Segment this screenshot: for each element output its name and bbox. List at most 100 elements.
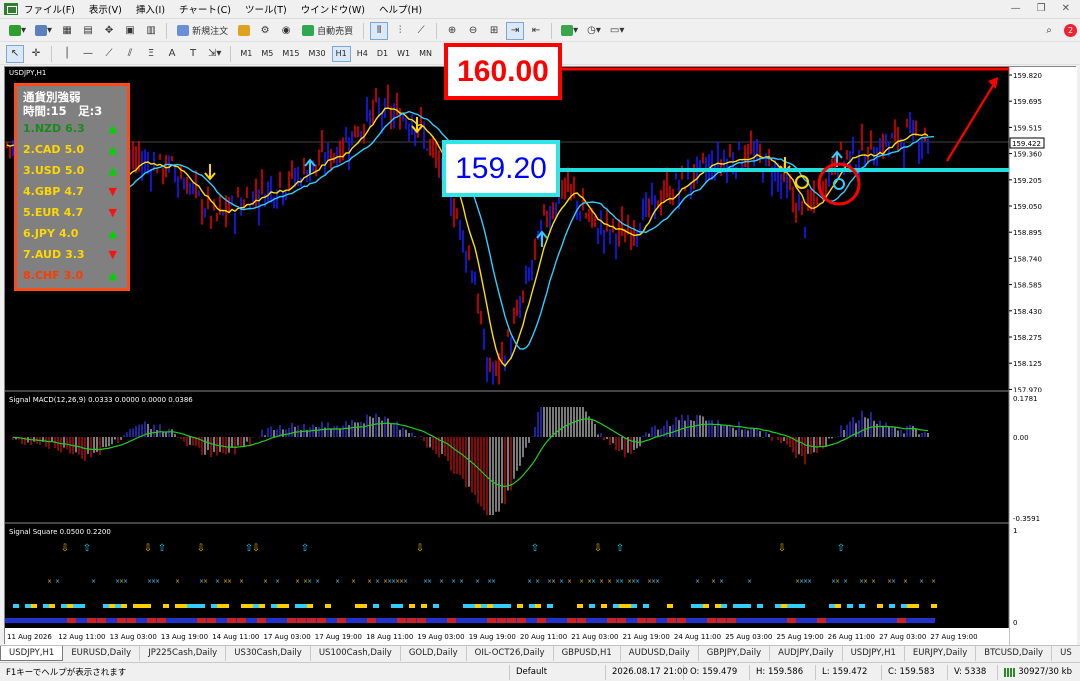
menu-chart[interactable]: チャート(C) [179,2,231,16]
chart-tab[interactable]: JP225Cash,Daily [140,646,227,661]
tile-windows-button[interactable]: ⊞ [485,22,503,40]
signal-block [271,604,277,608]
chart-tab[interactable]: GBPJPY,Daily [699,646,771,661]
status-bar: F1キーでヘルプが表示されます Default 2026.08.17 21:00… [0,662,1080,681]
line-chart-button[interactable]: ⟋ [412,22,430,40]
navigator-button[interactable]: ✥ [100,22,118,40]
signal-block [277,604,283,608]
signal-block [31,604,37,608]
crosshair-icon[interactable]: ✛ [27,45,45,63]
menu-insert[interactable]: 挿入(I) [136,2,165,16]
market-button[interactable]: ⚙ [256,22,274,40]
metaeditor-button[interactable] [235,22,253,40]
search-icon[interactable]: ⌕ [1040,22,1058,40]
templates-button[interactable]: ▭▾ [607,22,627,40]
tester-button[interactable]: ▥ [142,22,160,40]
timeframe-d1[interactable]: D1 [374,46,391,62]
new-chart-button[interactable]: ▾ [6,22,29,40]
signal-baseline-mark [227,618,236,623]
text-icon[interactable]: A [163,45,181,63]
timeframe-h4[interactable]: H4 [354,46,371,62]
signal-cross-mark: × [91,578,96,585]
chart-tab[interactable]: EURJPY,Daily [905,646,977,661]
signal-cross-mark: × [863,578,868,585]
autoscroll-button[interactable]: ⇥ [506,21,525,40]
chart-tab[interactable]: US30Cash,Daily [226,646,311,661]
signal-block [355,604,361,608]
new-order-button[interactable]: 新規注文 [173,22,232,40]
indicators-button[interactable]: ▾ [558,22,581,40]
chart-tab[interactable]: US [1052,646,1080,661]
signal-block [61,604,67,608]
terminal-button[interactable]: ▣ [121,22,139,40]
restore-icon[interactable]: ❐ [1037,3,1046,14]
chart-tab[interactable]: US100Cash,Daily [311,646,401,661]
signal-block [487,604,493,608]
chart-tab[interactable]: OIL-OCT26,Daily [467,646,554,661]
signal-block [433,604,439,608]
zoom-out-icon[interactable]: ⊖ [464,22,482,40]
signal-block [493,604,499,608]
horizontal-line-icon[interactable]: — [79,45,97,63]
time-tick-label: 24 Aug 11:00 [674,633,721,641]
data-window-button[interactable]: ▤ [79,22,97,40]
minimize-icon[interactable]: — [1011,3,1021,14]
signal-up-arrow-icon: ⇧ [531,543,539,554]
menu-window[interactable]: ウインドウ(W) [301,2,365,16]
timeframe-m1[interactable]: M1 [237,46,255,62]
signal-baseline-mark [257,618,266,623]
signal-block [547,604,553,608]
chart-tab[interactable]: GOLD,Daily [401,646,467,661]
signal-baseline-mark [487,618,496,623]
menu-file[interactable]: ファイル(F) [24,2,75,16]
notification-icon[interactable]: 2 [1061,22,1080,40]
auto-trade-button[interactable]: 自動売買 [298,22,357,40]
chart-tab[interactable]: USDJPY,H1 [0,646,64,661]
signal-block [259,604,265,608]
chart-tab[interactable]: AUDJPY,Daily [770,646,843,661]
vertical-line-icon[interactable]: │ [58,45,76,63]
chart-shift-button[interactable]: ⇤ [527,22,545,40]
signal-block [517,604,523,608]
close-icon[interactable]: ✕ [1062,3,1070,14]
timeframe-h1[interactable]: H1 [331,45,351,62]
timeframe-mn[interactable]: MN [416,46,435,62]
chart-tab[interactable]: USDJPY,H1 [843,646,905,661]
timeframe-w1[interactable]: W1 [394,46,413,62]
cursor-icon[interactable]: ↖ [6,44,24,63]
price-tick-label: 158.895 [1013,229,1042,237]
channel-icon[interactable]: ⫽ [121,45,139,63]
text-label-icon[interactable]: T [184,45,202,63]
timeframe-m15[interactable]: M15 [279,46,302,62]
profiles-button[interactable]: ▾ [32,22,55,40]
fibonacci-icon[interactable]: Ξ [142,45,160,63]
signal-axis-label: 0 [1013,619,1017,627]
periods-button[interactable]: ◷▾ [584,22,604,40]
menu-help[interactable]: ヘルプ(H) [379,2,422,16]
chart-tab[interactable]: EURUSD,Daily [63,646,141,661]
chart-tab[interactable]: BTCUSD,Daily [976,646,1053,661]
signal-cross-mark: × [475,578,480,585]
strength-currency: 5.EUR [23,206,60,219]
signal-block [187,604,193,608]
trendline-icon[interactable]: ⟋ [100,45,118,63]
signal-cross-mark: × [919,578,924,585]
zoom-in-icon[interactable]: ⊕ [443,22,461,40]
strength-row: 5.EUR 4.7 ▼ [23,202,121,223]
chart-tab[interactable]: AUDUSD,Daily [621,646,699,661]
bar-chart-button[interactable]: ⫴ [370,21,389,40]
market-watch-button[interactable]: ▦ [58,22,76,40]
timeframe-m5[interactable]: M5 [258,46,276,62]
menu-view[interactable]: 表示(V) [89,2,122,16]
signals-button[interactable]: ◉ [277,22,295,40]
timeframe-m30[interactable]: M30 [306,46,329,62]
signal-up-arrow-icon: ⇧ [83,543,91,554]
time-tick-label: 20 Aug 11:00 [520,633,567,641]
chart-tab[interactable]: GBPUSD,H1 [554,646,621,661]
candle-chart-button[interactable]: ⫶ [391,22,409,40]
macd-signal-line [12,418,929,488]
signal-block [67,604,73,608]
chart-window[interactable]: 159.820 159.695 159.515 159.360 159.205 159.0… [4,43,1077,645]
menu-tools[interactable]: ツール(T) [245,2,287,16]
arrows-icon[interactable]: ⇲▾ [205,45,224,63]
